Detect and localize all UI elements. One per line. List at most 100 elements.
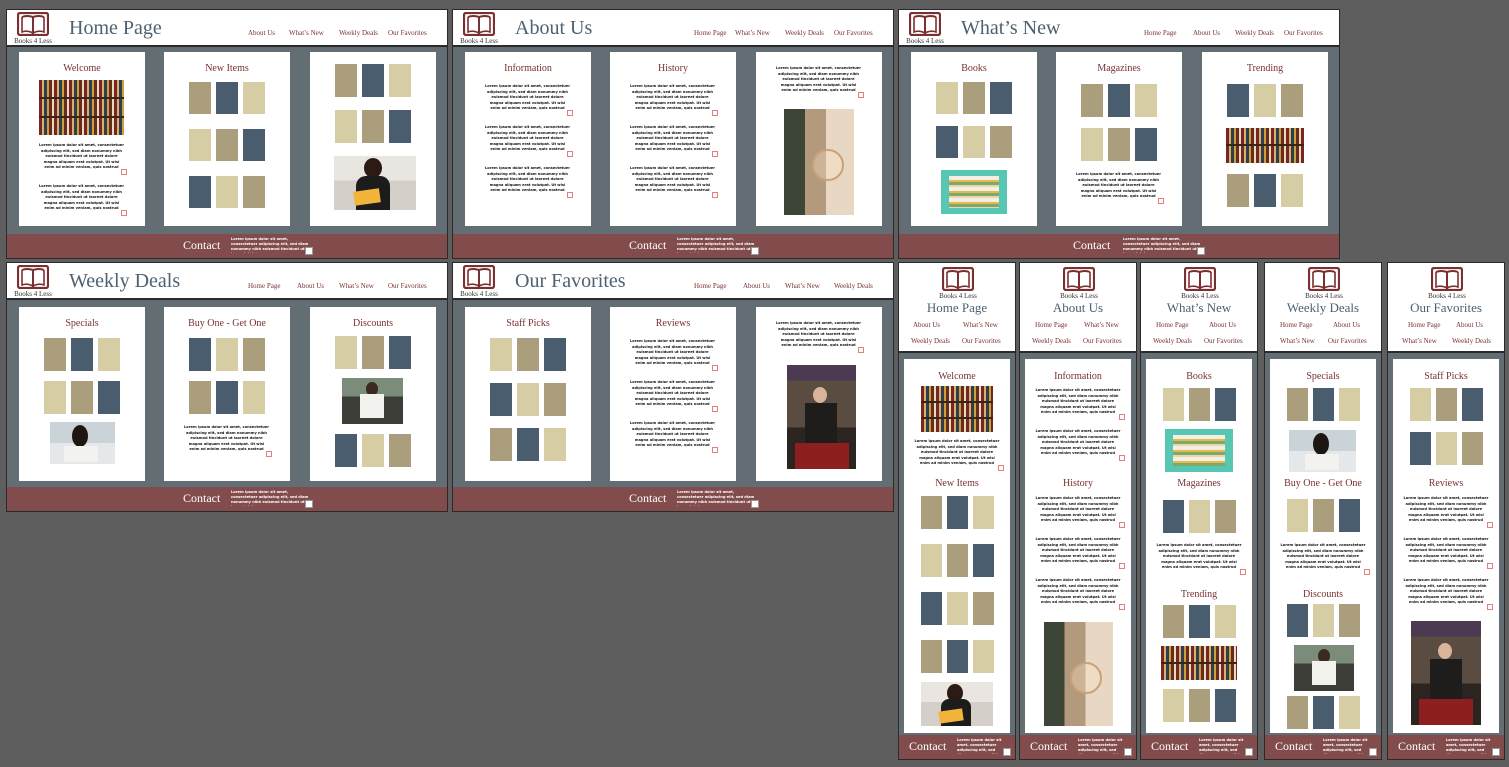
book-cover[interactable] [1313, 499, 1334, 532]
book-cover[interactable] [973, 592, 994, 625]
book-cover[interactable] [1215, 388, 1236, 421]
nav-link-home[interactable]: Home Page [248, 282, 280, 290]
book-cover[interactable] [1189, 605, 1210, 638]
book-cover[interactable] [389, 64, 411, 97]
book-cover[interactable] [243, 129, 265, 161]
book-cover[interactable] [1215, 605, 1236, 638]
book-cover[interactable] [216, 381, 238, 414]
book-cover[interactable] [335, 336, 357, 369]
contact-link[interactable]: Contact [629, 491, 666, 506]
nav-link-weekly-deals[interactable]: Weekly Deals [1452, 337, 1491, 345]
book-cover[interactable] [973, 640, 994, 673]
book-cover[interactable] [517, 338, 539, 371]
book-cover[interactable] [216, 82, 238, 114]
nav-link-about[interactable]: About Us [1193, 29, 1220, 37]
book-cover[interactable] [936, 126, 958, 158]
book-cover[interactable] [1163, 500, 1184, 533]
book-cover[interactable] [544, 383, 566, 416]
site-logo[interactable]: Books 4 Less [1180, 267, 1220, 300]
nav-link-about[interactable]: About Us [743, 282, 770, 290]
book-cover[interactable] [98, 381, 120, 414]
book-cover[interactable] [189, 82, 211, 114]
nav-link-home[interactable]: Home Page [1280, 321, 1312, 329]
book-cover[interactable] [1339, 499, 1360, 532]
book-cover[interactable] [1254, 84, 1276, 117]
nav-link-weekly-deals[interactable]: Weekly Deals [785, 29, 824, 37]
book-cover[interactable] [947, 640, 968, 673]
book-cover[interactable] [1189, 689, 1210, 722]
book-cover[interactable] [362, 336, 384, 369]
book-cover[interactable] [1135, 128, 1157, 161]
book-cover[interactable] [1135, 84, 1157, 117]
nav-link-about[interactable]: About Us [913, 321, 940, 329]
book-cover[interactable] [963, 126, 985, 158]
book-cover[interactable] [1081, 84, 1103, 117]
book-cover[interactable] [1313, 388, 1334, 421]
nav-link-our-favorites[interactable]: Our Favorites [834, 29, 873, 37]
book-cover[interactable] [517, 383, 539, 416]
book-cover[interactable] [1227, 84, 1249, 117]
site-logo[interactable]: Books 4 Less [459, 12, 499, 45]
book-cover[interactable] [947, 592, 968, 625]
site-logo[interactable]: Books 4 Less [1059, 267, 1099, 300]
nav-link-about[interactable]: About Us [1209, 321, 1236, 329]
book-cover[interactable] [1287, 604, 1308, 637]
contact-link[interactable]: Contact [183, 491, 220, 506]
book-cover[interactable] [362, 434, 384, 467]
book-cover[interactable] [990, 126, 1012, 158]
book-cover[interactable] [335, 110, 357, 143]
book-cover[interactable] [44, 381, 66, 414]
contact-link[interactable]: Contact [1398, 739, 1435, 754]
book-cover[interactable] [947, 544, 968, 577]
site-logo[interactable]: Books 4 Less [1304, 267, 1344, 300]
nav-link-home[interactable]: Home Page [694, 282, 726, 290]
book-cover[interactable] [243, 381, 265, 414]
book-cover[interactable] [517, 428, 539, 461]
site-logo[interactable]: Books 4 Less [1427, 267, 1467, 300]
site-logo[interactable]: Books 4 Less [13, 265, 53, 298]
nav-link-our-favorites[interactable]: Our Favorites [388, 29, 427, 37]
nav-link-whats-new[interactable]: What’s New [1084, 321, 1119, 329]
book-cover[interactable] [1462, 388, 1483, 421]
nav-link-whats-new[interactable]: What’s New [289, 29, 324, 37]
book-cover[interactable] [990, 82, 1012, 114]
book-cover[interactable] [189, 338, 211, 371]
book-cover[interactable] [243, 82, 265, 114]
book-cover[interactable] [71, 338, 93, 371]
book-cover[interactable] [490, 383, 512, 416]
book-cover[interactable] [1281, 174, 1303, 207]
nav-link-our-favorites[interactable]: Our Favorites [1284, 29, 1323, 37]
contact-link[interactable]: Contact [629, 238, 666, 253]
nav-link-about[interactable]: About Us [1456, 321, 1483, 329]
book-cover[interactable] [44, 338, 66, 371]
book-cover[interactable] [1339, 604, 1360, 637]
nav-link-home[interactable]: Home Page [1144, 29, 1176, 37]
book-cover[interactable] [544, 428, 566, 461]
nav-link-about[interactable]: About Us [297, 282, 324, 290]
nav-link-home[interactable]: Home Page [1408, 321, 1440, 329]
book-cover[interactable] [243, 338, 265, 371]
nav-link-whats-new[interactable]: What’s New [963, 321, 998, 329]
book-cover[interactable] [1108, 128, 1130, 161]
nav-link-whats-new[interactable]: What’s New [735, 29, 770, 37]
book-cover[interactable] [1410, 388, 1431, 421]
book-cover[interactable] [1215, 689, 1236, 722]
book-cover[interactable] [1189, 388, 1210, 421]
contact-link[interactable]: Contact [909, 739, 946, 754]
book-cover[interactable] [216, 176, 238, 208]
book-cover[interactable] [216, 338, 238, 371]
contact-link[interactable]: Contact [1030, 739, 1067, 754]
book-cover[interactable] [1339, 388, 1360, 421]
book-cover[interactable] [189, 381, 211, 414]
book-cover[interactable] [1189, 500, 1210, 533]
book-cover[interactable] [947, 496, 968, 529]
book-cover[interactable] [921, 496, 942, 529]
book-cover[interactable] [335, 64, 357, 97]
book-cover[interactable] [921, 640, 942, 673]
nav-link-weekly-deals[interactable]: Weekly Deals [834, 282, 873, 290]
nav-link-our-favorites[interactable]: Our Favorites [962, 337, 1001, 345]
nav-link-our-favorites[interactable]: Our Favorites [1328, 337, 1367, 345]
book-cover[interactable] [1254, 174, 1276, 207]
book-cover[interactable] [921, 592, 942, 625]
book-cover[interactable] [1313, 696, 1334, 729]
